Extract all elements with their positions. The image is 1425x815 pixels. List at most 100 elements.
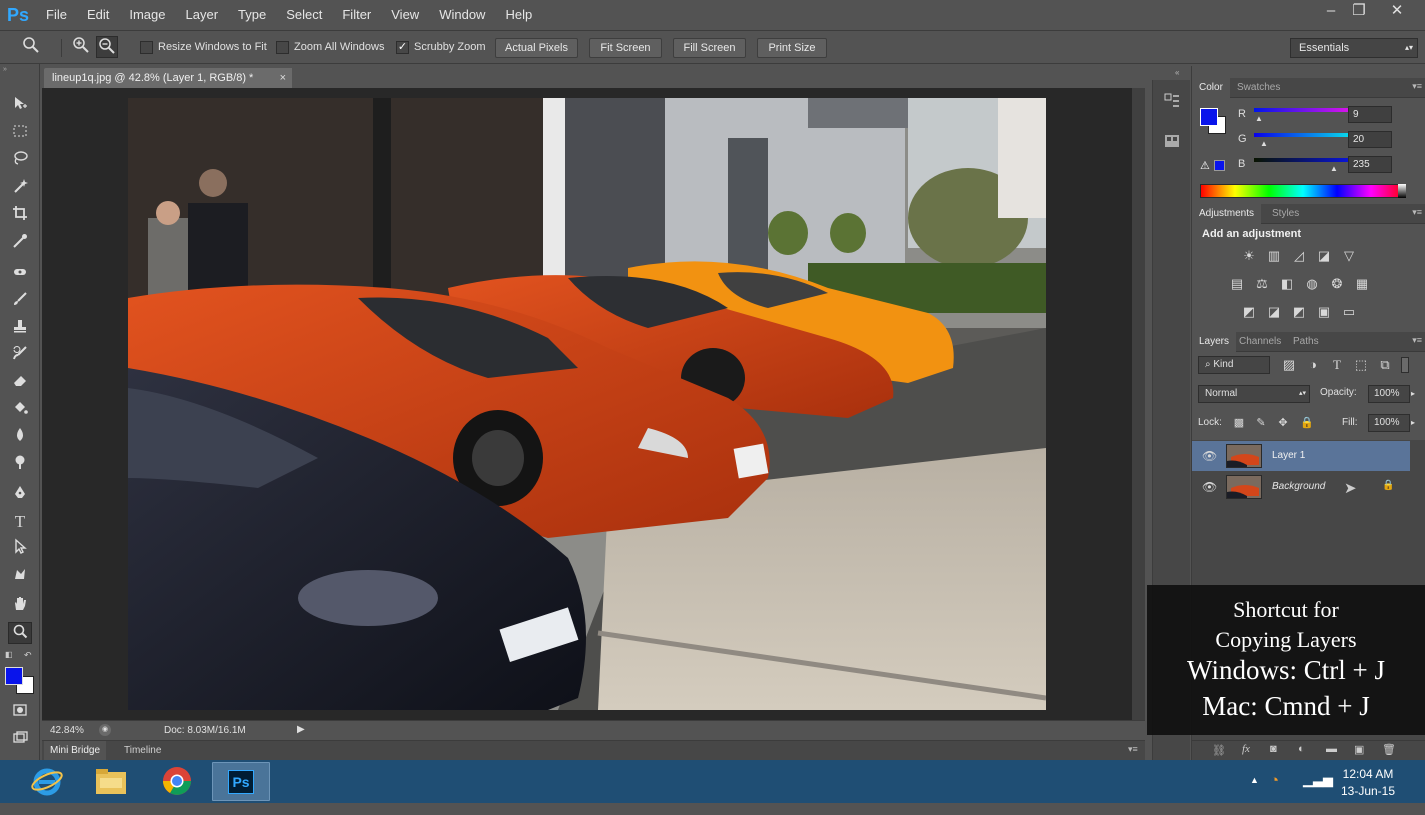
path-selection-tool-icon[interactable] bbox=[8, 538, 32, 560]
layer-row[interactable]: 👁 Background ➤ 🔒 bbox=[1192, 472, 1410, 502]
exposure-icon[interactable]: ◪ bbox=[1315, 248, 1333, 264]
actual-pixels-button[interactable]: Actual Pixels bbox=[495, 38, 578, 58]
filter-shape-icon[interactable]: ⬚ bbox=[1352, 357, 1370, 373]
document-tab[interactable]: lineup1q.jpg @ 42.8% (Layer 1, RGB/8) * … bbox=[44, 68, 292, 88]
clock-date[interactable]: 13-Jun-15 bbox=[1338, 784, 1398, 798]
color-balance-icon[interactable]: ⚖ bbox=[1253, 276, 1271, 292]
menu-help[interactable]: Help bbox=[495, 0, 542, 30]
tab-mini-bridge[interactable]: Mini Bridge bbox=[44, 741, 107, 761]
channel-r-input[interactable]: 9 bbox=[1348, 106, 1392, 123]
menu-layer[interactable]: Layer bbox=[176, 0, 229, 30]
color-lookup-icon[interactable]: ▦ bbox=[1353, 276, 1371, 292]
zoom-level[interactable]: 42.84% bbox=[50, 725, 84, 736]
link-layers-icon[interactable]: ⛓ bbox=[1212, 744, 1226, 757]
resize-windows-checkbox[interactable] bbox=[140, 41, 153, 54]
crop-tool-icon[interactable] bbox=[8, 205, 32, 227]
lock-transparent-icon[interactable]: ▩ bbox=[1230, 415, 1248, 431]
color-spectrum-bar[interactable] bbox=[1200, 184, 1406, 198]
menu-type[interactable]: Type bbox=[228, 0, 276, 30]
filter-type-icon[interactable]: T bbox=[1328, 357, 1346, 373]
file-explorer-icon[interactable] bbox=[82, 762, 140, 801]
workspace-dropdown[interactable]: Essentials ▴▾ bbox=[1290, 38, 1418, 58]
layer-style-icon[interactable]: fx bbox=[1242, 743, 1250, 755]
tab-color[interactable]: Color bbox=[1192, 78, 1230, 98]
delete-layer-icon[interactable]: 🗑 bbox=[1382, 743, 1396, 756]
filter-smart-object-icon[interactable]: ⧉ bbox=[1376, 357, 1394, 373]
quick-mask-icon[interactable] bbox=[8, 702, 32, 724]
blend-mode-dropdown[interactable]: Normal ▴▾ bbox=[1198, 385, 1310, 403]
selective-color-icon[interactable]: ▣ bbox=[1315, 304, 1333, 320]
status-menu-arrow-icon[interactable]: ▶ bbox=[297, 724, 305, 735]
eraser-tool-icon[interactable] bbox=[8, 372, 32, 394]
brightness-contrast-icon[interactable]: ☀ bbox=[1240, 248, 1258, 264]
lock-image-icon[interactable]: ✎ bbox=[1252, 415, 1270, 431]
menu-view[interactable]: View bbox=[381, 0, 429, 30]
fill-arrow-icon[interactable]: ▸ bbox=[1411, 418, 1415, 427]
channel-mixer-icon[interactable]: ❂ bbox=[1328, 276, 1346, 292]
scrubby-zoom-checkbox[interactable]: ✓ bbox=[396, 41, 409, 54]
magic-wand-tool-icon[interactable] bbox=[8, 178, 32, 200]
show-hidden-icons-icon[interactable]: ▲ bbox=[1250, 775, 1259, 785]
blur-tool-icon[interactable] bbox=[8, 427, 32, 449]
swap-colors-icon[interactable]: ↶ bbox=[24, 650, 32, 661]
network-signal-icon[interactable]: ▁▃▅ bbox=[1303, 772, 1333, 788]
internet-explorer-icon[interactable] bbox=[18, 762, 76, 801]
zoom-tool-preset-icon[interactable] bbox=[20, 36, 42, 58]
close-document-icon[interactable]: × bbox=[280, 68, 286, 88]
paint-bucket-tool-icon[interactable] bbox=[8, 400, 32, 422]
brush-tool-icon[interactable] bbox=[8, 291, 32, 313]
menu-select[interactable]: Select bbox=[276, 0, 332, 30]
zoom-tool-icon[interactable] bbox=[8, 622, 32, 644]
layer-name[interactable]: Background bbox=[1272, 481, 1325, 492]
print-size-button[interactable]: Print Size bbox=[757, 38, 827, 58]
channel-g-thumb[interactable]: ▲ bbox=[1260, 139, 1268, 148]
chrome-icon[interactable] bbox=[148, 762, 206, 801]
tab-timeline[interactable]: Timeline bbox=[118, 741, 167, 761]
visibility-eye-icon[interactable]: 👁 bbox=[1202, 449, 1217, 463]
zoom-in-icon[interactable] bbox=[70, 36, 92, 58]
restore-button[interactable]: ❐ bbox=[1344, 0, 1374, 24]
document-image[interactable] bbox=[128, 98, 1046, 710]
menu-file[interactable]: File bbox=[36, 0, 77, 30]
zoom-all-windows-checkbox[interactable] bbox=[276, 41, 289, 54]
screen-mode-icon[interactable] bbox=[8, 730, 32, 752]
channel-g-input[interactable]: 20 bbox=[1348, 131, 1392, 148]
opacity-arrow-icon[interactable]: ▸ bbox=[1411, 389, 1415, 398]
layer-filter-dropdown[interactable]: ⌕ Kind bbox=[1198, 356, 1270, 374]
filter-adjustment-icon[interactable]: ◑ bbox=[1304, 357, 1322, 373]
hue-saturation-icon[interactable]: ▤ bbox=[1228, 276, 1246, 292]
photo-filter-icon[interactable]: ◍ bbox=[1303, 276, 1321, 292]
properties-panel-icon[interactable] bbox=[1163, 132, 1183, 152]
type-tool-icon[interactable]: T bbox=[8, 511, 32, 533]
levels-icon[interactable]: ▥ bbox=[1265, 248, 1283, 264]
color-panel-foreground-swatch[interactable] bbox=[1200, 108, 1218, 126]
tab-swatches[interactable]: Swatches bbox=[1230, 78, 1287, 98]
foreground-color-swatch[interactable] bbox=[5, 667, 23, 685]
opacity-input[interactable]: 100% bbox=[1368, 385, 1410, 403]
gamut-warning-icon[interactable]: ⚠ bbox=[1200, 159, 1210, 172]
tab-layers[interactable]: Layers bbox=[1192, 332, 1237, 352]
fill-screen-button[interactable]: Fill Screen bbox=[673, 38, 746, 58]
layer-name[interactable]: Layer 1 bbox=[1272, 450, 1305, 461]
clock-time[interactable]: 12:04 AM bbox=[1338, 767, 1398, 781]
history-brush-tool-icon[interactable] bbox=[8, 345, 32, 367]
color-panel-menu-icon[interactable]: ▾≡ bbox=[1412, 81, 1422, 92]
fill-input[interactable]: 100% bbox=[1368, 414, 1410, 432]
zoom-out-icon[interactable] bbox=[96, 36, 118, 58]
history-panel-icon[interactable] bbox=[1163, 92, 1183, 112]
channel-b-input[interactable]: 235 bbox=[1348, 156, 1392, 173]
tray-app-icon[interactable]: ◔ bbox=[1270, 772, 1279, 789]
eyedropper-tool-icon[interactable] bbox=[8, 233, 32, 255]
channel-r-thumb[interactable]: ▲ bbox=[1255, 114, 1263, 123]
hand-tool-icon[interactable] bbox=[8, 595, 32, 617]
adjustments-panel-menu-icon[interactable]: ▾≡ bbox=[1412, 207, 1422, 218]
vibrance-icon[interactable]: ▽ bbox=[1340, 248, 1358, 264]
spectrum-bw-strip[interactable] bbox=[1398, 184, 1406, 198]
menu-edit[interactable]: Edit bbox=[77, 0, 119, 30]
vertical-scrollbar[interactable] bbox=[1132, 88, 1145, 720]
gradient-map-icon[interactable]: ▭ bbox=[1340, 304, 1358, 320]
spot-healing-tool-icon[interactable] bbox=[8, 264, 32, 286]
panel-collapse-icon[interactable]: « bbox=[1175, 68, 1179, 77]
new-group-icon[interactable]: ▬ bbox=[1326, 743, 1337, 755]
panel-menu-icon[interactable]: ▾≡ bbox=[1128, 744, 1138, 755]
